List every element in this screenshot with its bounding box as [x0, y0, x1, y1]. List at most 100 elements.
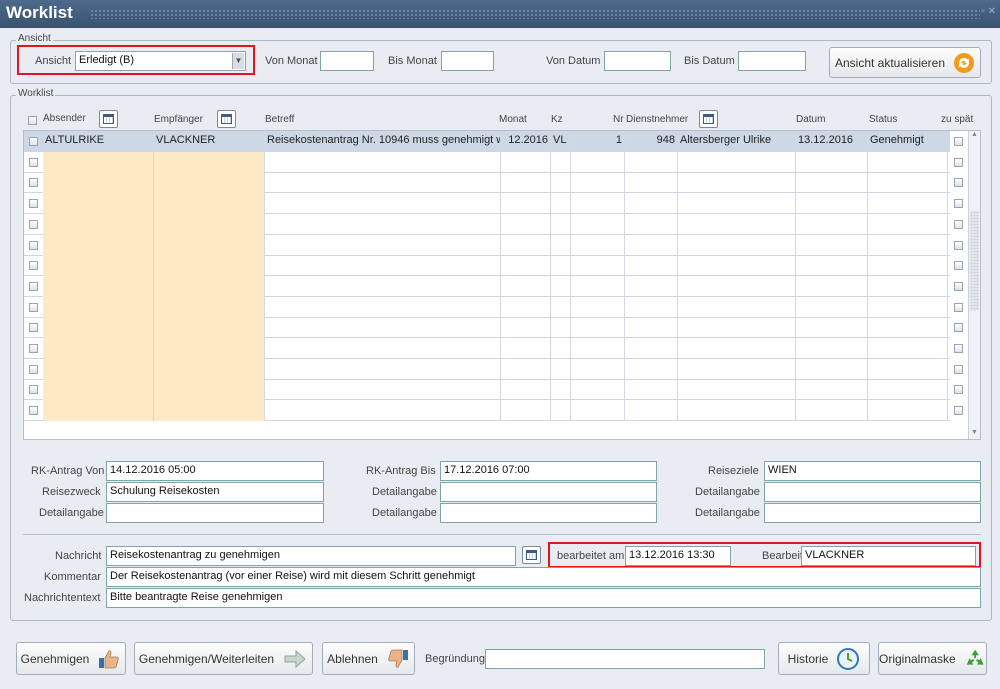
- cell-dn_nr: [625, 151, 678, 173]
- detailangabe-input-5[interactable]: [764, 503, 981, 523]
- table-row[interactable]: [24, 338, 963, 359]
- zu-spaet-checkbox[interactable]: [954, 240, 963, 250]
- col-absender[interactable]: Absender: [43, 113, 86, 124]
- scroll-thumb[interactable]: [970, 211, 979, 311]
- col-datum[interactable]: Datum: [796, 114, 825, 125]
- row-checkbox[interactable]: [29, 385, 38, 395]
- rk-bis-input[interactable]: 17.12.2016 07:00: [440, 461, 657, 481]
- detailangabe-input-2[interactable]: [440, 482, 657, 502]
- ansicht-aktualisieren-button[interactable]: Ansicht aktualisieren: [829, 47, 981, 78]
- calendar-icon[interactable]: [99, 110, 118, 128]
- zu-spaet-checkbox[interactable]: [954, 219, 963, 229]
- row-checkbox[interactable]: [29, 323, 38, 333]
- table-row[interactable]: [24, 400, 963, 422]
- zu-spaet-checkbox[interactable]: [954, 157, 963, 167]
- table-row[interactable]: [24, 275, 963, 297]
- zu-spaet-checkbox[interactable]: [954, 302, 963, 312]
- row-checkbox[interactable]: [29, 261, 38, 271]
- bearbeiter-input[interactable]: VLACKNER: [801, 546, 976, 566]
- row-checkbox[interactable]: [29, 178, 38, 188]
- cell-monat: [501, 193, 551, 215]
- col-betreff[interactable]: Betreff: [265, 114, 294, 125]
- row-checkbox[interactable]: [29, 240, 38, 250]
- worklist-table: ALTULRIKE VLACKNER Reisekostenantrag Nr. 1…: [23, 130, 981, 440]
- table-row[interactable]: [24, 358, 963, 380]
- col-empfaenger[interactable]: Empfänger: [154, 114, 203, 125]
- chevron-down-icon[interactable]: ▼: [232, 53, 244, 69]
- reiseziele-input[interactable]: WIEN: [764, 461, 981, 481]
- rk-von-input[interactable]: 14.12.2016 05:00: [106, 461, 324, 481]
- zu-spaet-checkbox[interactable]: [954, 199, 963, 209]
- col-kz[interactable]: Kz: [551, 114, 563, 125]
- kommentar-input[interactable]: Der Reisekostenantrag (vor einer Reise) …: [106, 567, 981, 587]
- table-row[interactable]: [24, 172, 963, 194]
- bis-monat-input[interactable]: [441, 51, 494, 71]
- historie-label: Historie: [787, 651, 829, 666]
- genehmigen-weiterleiten-button[interactable]: Genehmigen/Weiterleiten: [134, 642, 313, 675]
- zu-spaet-checkbox[interactable]: [954, 178, 963, 188]
- detailangabe-input-4[interactable]: [440, 503, 657, 523]
- ablehnen-button[interactable]: Ablehnen: [322, 642, 415, 675]
- table-row[interactable]: [24, 317, 963, 339]
- col-nr[interactable]: Nr: [613, 114, 624, 125]
- table-row[interactable]: [24, 296, 963, 318]
- row-checkbox[interactable]: [29, 302, 38, 312]
- scroll-up-arrow[interactable]: ▲: [969, 131, 980, 141]
- cell-dienstnehmer: [678, 255, 796, 277]
- zu-spaet-checkbox[interactable]: [954, 344, 963, 353]
- calendar-icon[interactable]: [217, 110, 236, 128]
- table-row[interactable]: [24, 234, 963, 256]
- window-controls-icon[interactable]: ▫ ✕: [981, 6, 996, 17]
- zu-spaet-checkbox[interactable]: [954, 261, 963, 271]
- ansicht-select[interactable]: Erledigt (B) ▼: [75, 51, 246, 71]
- detailangabe-input-1[interactable]: [106, 503, 324, 523]
- cell-nr: [571, 317, 625, 339]
- begruendung-input[interactable]: [485, 649, 765, 669]
- table-row[interactable]: [24, 255, 963, 277]
- vertical-scrollbar[interactable]: ▲ ▼: [968, 131, 980, 439]
- table-row[interactable]: [24, 213, 963, 235]
- row-checkbox[interactable]: [29, 157, 38, 167]
- table-row[interactable]: [24, 193, 963, 215]
- bis-datum-input[interactable]: [738, 51, 806, 71]
- reisezweck-input[interactable]: Schulung Reisekosten: [106, 482, 324, 502]
- genehmigen-button[interactable]: Genehmigen: [16, 642, 126, 675]
- zu-spaet-checkbox[interactable]: [954, 364, 963, 374]
- zu-spaet-checkbox[interactable]: [954, 323, 963, 333]
- row-checkbox[interactable]: [29, 406, 38, 416]
- scroll-down-arrow[interactable]: ▼: [969, 429, 980, 439]
- zu-spaet-checkbox[interactable]: [954, 385, 963, 395]
- historie-button[interactable]: Historie: [778, 642, 870, 675]
- row-checkbox[interactable]: [29, 199, 38, 209]
- col-zu-spaet[interactable]: zu spät: [941, 114, 973, 125]
- col-monat[interactable]: Monat: [499, 114, 527, 125]
- row-checkbox[interactable]: [29, 219, 38, 229]
- select-all-checkbox[interactable]: [28, 116, 37, 125]
- calendar-icon[interactable]: [522, 546, 541, 564]
- table-row[interactable]: [24, 151, 963, 173]
- von-monat-input[interactable]: [320, 51, 374, 71]
- cell-status: Genehmigt: [868, 131, 948, 152]
- row-checkbox[interactable]: [29, 137, 38, 146]
- table-row[interactable]: [24, 379, 963, 401]
- nachrichtentext-input[interactable]: Bitte beantragte Reise genehmigen: [106, 588, 981, 608]
- cell-monat: [501, 358, 551, 380]
- col-status[interactable]: Status: [869, 114, 897, 125]
- bearbeitet-am-input[interactable]: 13.12.2016 13:30: [625, 546, 731, 566]
- calendar-icon[interactable]: [699, 110, 718, 128]
- nachricht-input[interactable]: Reisekostenantrag zu genehmigen: [106, 546, 516, 566]
- originalmaske-button[interactable]: Originalmaske: [878, 642, 987, 675]
- zu-spaet-checkbox[interactable]: [954, 137, 963, 146]
- window-title: Worklist: [6, 3, 73, 22]
- zu-spaet-checkbox[interactable]: [954, 281, 963, 291]
- detailangabe-input-3[interactable]: [764, 482, 981, 502]
- row-checkbox[interactable]: [29, 344, 38, 353]
- cell-dn_nr: [625, 172, 678, 194]
- zu-spaet-checkbox[interactable]: [954, 406, 963, 416]
- cell-status: [868, 358, 948, 380]
- col-dienstnehmer[interactable]: Dienstnehmer: [626, 114, 688, 125]
- table-row-selected[interactable]: ALTULRIKE VLACKNER Reisekostenantrag Nr. 1…: [24, 131, 963, 152]
- row-checkbox[interactable]: [29, 281, 38, 291]
- von-datum-input[interactable]: [604, 51, 671, 71]
- row-checkbox[interactable]: [29, 364, 38, 374]
